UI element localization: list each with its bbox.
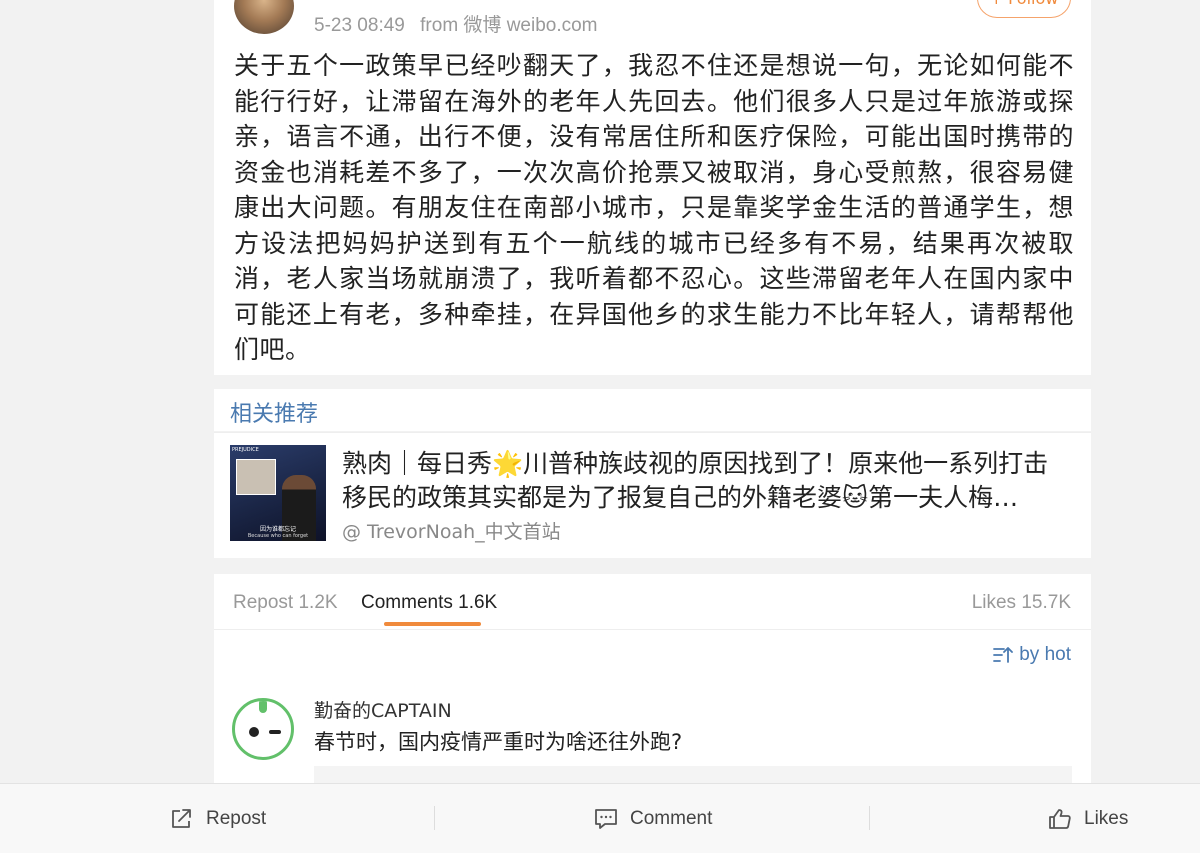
thumbnail-caption: 因为谁都忘记 bbox=[259, 526, 296, 533]
author-avatar[interactable] bbox=[234, 0, 294, 34]
thumbs-up-icon bbox=[1049, 809, 1071, 829]
commenter-name[interactable]: 勤奋的CAPTAIN bbox=[314, 696, 452, 723]
related-item-text[interactable]: 熟肉｜每日秀🌟川普种族歧视的原因找到了！原来他一系列打击移民的政策其实都是为了报… bbox=[342, 447, 1062, 515]
likes-button[interactable]: Likes bbox=[1048, 784, 1128, 853]
post-source: from 微博 weibo.com bbox=[420, 15, 598, 36]
post-card: 5-23 08:49 from 微博 weibo.com + Follow 关于… bbox=[214, 0, 1091, 375]
thumbnail-badge: PREJUDICE bbox=[232, 447, 259, 453]
post-meta: 5-23 08:49 from 微博 weibo.com bbox=[314, 10, 608, 37]
active-tab-indicator bbox=[384, 622, 481, 626]
tab-likes[interactable]: Likes 15.7K bbox=[972, 592, 1071, 614]
post-time: 5-23 08:49 bbox=[314, 15, 405, 36]
likes-label: Likes bbox=[1084, 808, 1129, 829]
commenter-avatar[interactable] bbox=[232, 698, 294, 760]
bar-separator bbox=[434, 806, 435, 830]
sort-label: by hot bbox=[1019, 644, 1071, 665]
thumbnail-inset-image bbox=[236, 459, 276, 495]
bar-separator bbox=[869, 806, 870, 830]
related-item[interactable]: PREJUDICE 因为谁都忘记 Because who can forget … bbox=[214, 432, 1091, 558]
divider bbox=[214, 629, 1091, 630]
related-title: 相关推荐 bbox=[230, 402, 319, 427]
repost-label: Repost bbox=[206, 808, 267, 829]
comment-text: 春节时，国内疫情严重时为啥还往外跑? bbox=[314, 730, 683, 754]
related-header: 相关推荐 bbox=[214, 389, 1091, 431]
comment-icon bbox=[595, 809, 617, 829]
tab-repost[interactable]: Repost 1.2K bbox=[233, 592, 338, 614]
comment-label: Comment bbox=[630, 808, 713, 829]
repost-icon bbox=[172, 809, 191, 828]
avatar-eye bbox=[249, 727, 259, 737]
tab-comments[interactable]: Comments 1.6K bbox=[361, 592, 497, 614]
sort-by-hot-button[interactable]: by hot bbox=[993, 644, 1071, 666]
repost-button[interactable]: Repost bbox=[170, 784, 266, 853]
related-thumbnail[interactable]: PREJUDICE 因为谁都忘记 Because who can forget bbox=[230, 445, 326, 541]
avatar-wink bbox=[269, 730, 281, 734]
related-item-author[interactable]: @ TrevorNoah_中文首站 bbox=[342, 517, 561, 544]
post-text: 关于五个一政策早已经吵翻天了，我忍不住还是想说一句，无论如何能不能行行好，让滞留… bbox=[234, 51, 1074, 364]
bottom-action-bar: Repost Comment Likes bbox=[0, 783, 1200, 853]
comment-button[interactable]: Comment bbox=[594, 784, 712, 853]
thumbnail-caption-en: Because who can forget bbox=[247, 533, 309, 539]
follow-button[interactable]: + Follow bbox=[977, 0, 1071, 18]
sort-icon bbox=[993, 647, 1014, 663]
avatar-antenna bbox=[259, 701, 267, 713]
